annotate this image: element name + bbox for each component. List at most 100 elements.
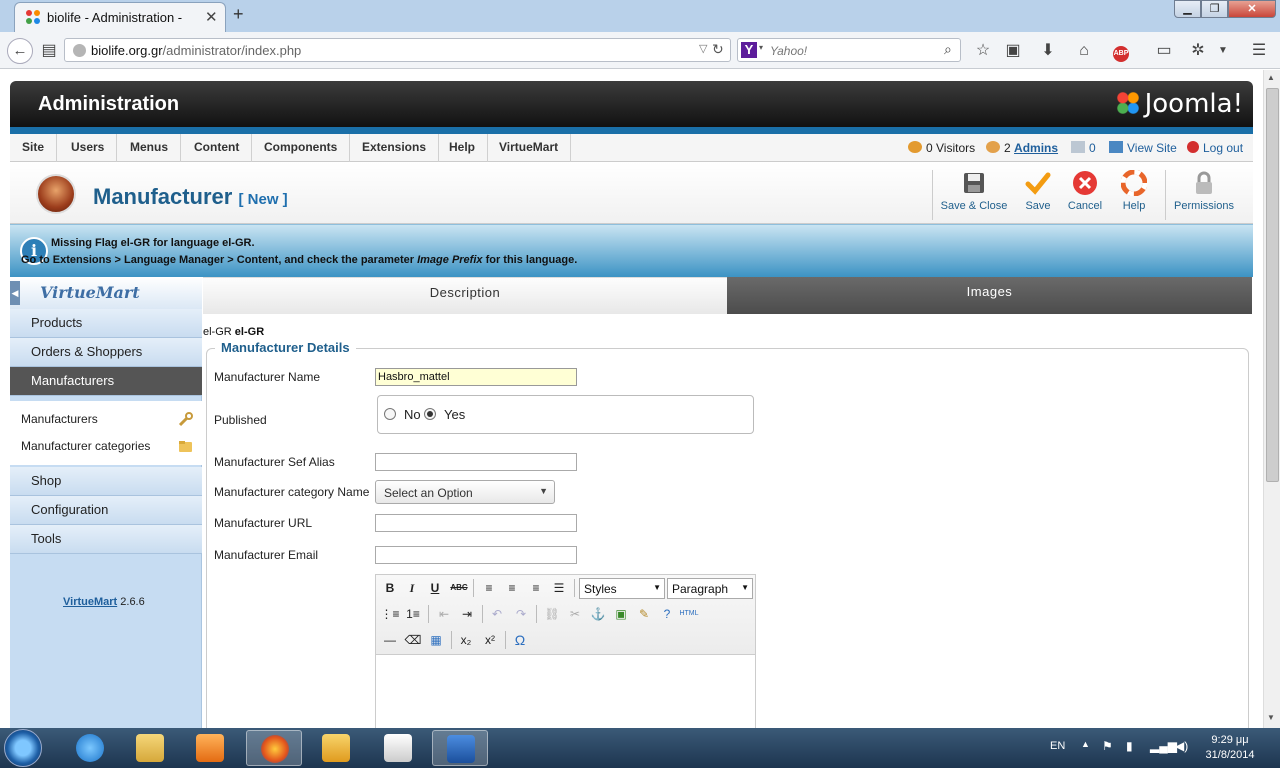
html-source-icon[interactable]: HTML <box>679 604 699 624</box>
align-center-icon[interactable]: ≡ <box>502 578 522 598</box>
sidebar-item-products[interactable]: Products <box>10 309 202 338</box>
language-indicator-tray[interactable]: EN <box>1050 740 1065 752</box>
bullet-list-icon[interactable]: ⋮≡ <box>380 604 400 624</box>
sidebar-sub-manufacturer-categories[interactable]: Manufacturer categories <box>10 433 202 460</box>
manufacturer-email-input[interactable] <box>375 546 577 564</box>
search-engine-dropdown-icon[interactable]: ▾ <box>759 43 763 52</box>
cancel-button[interactable]: Cancel <box>1065 170 1105 222</box>
editor-content-area[interactable] <box>376 655 755 733</box>
help-icon[interactable]: ? <box>657 604 677 624</box>
sidebar-collapse-button[interactable]: ◀ <box>10 281 20 305</box>
published-yes-radio[interactable] <box>424 408 436 420</box>
save-close-button[interactable]: Save & Close <box>940 170 1008 222</box>
url-dropdown-icon[interactable]: ▽ <box>699 42 707 55</box>
window-maximize-button[interactable]: ❐ <box>1201 0 1228 18</box>
sidebar-item-orders-shoppers[interactable]: Orders & Shoppers <box>10 338 202 367</box>
sef-alias-input[interactable] <box>375 453 577 471</box>
scroll-down-icon[interactable]: ▼ <box>1267 713 1275 722</box>
scroll-up-icon[interactable]: ▲ <box>1267 73 1275 82</box>
library-icon[interactable]: ▤ <box>38 40 60 62</box>
window-minimize-button[interactable]: ▁ <box>1174 0 1201 18</box>
menu-components[interactable]: Components <box>252 134 351 162</box>
search-bar[interactable]: Y ▾ Yahoo! ⌕ <box>737 38 961 62</box>
manufacturer-url-input[interactable] <box>375 514 577 532</box>
sidebar-item-shop[interactable]: Shop <box>10 467 202 496</box>
permissions-button[interactable]: Permissions <box>1170 170 1238 222</box>
reload-icon[interactable]: ↻ <box>712 41 724 58</box>
taskbar-calendar[interactable] <box>370 730 426 766</box>
new-tab-icon[interactable]: + <box>233 4 244 25</box>
superscript-icon[interactable]: x² <box>480 630 500 650</box>
redo-icon[interactable]: ↷ <box>511 604 531 624</box>
tray-expand-icon[interactable]: ▲ <box>1081 739 1090 749</box>
admins-link[interactable]: Admins <box>1014 141 1058 155</box>
category-select[interactable]: Select an Option ▼ <box>375 480 555 504</box>
published-no-label[interactable]: No <box>404 407 421 422</box>
browser-menu-icon[interactable]: ☰ <box>1248 40 1270 62</box>
browser-tab[interactable]: biolife - Administration - ✕ <box>14 2 226 32</box>
horizontal-rule-icon[interactable]: — <box>380 630 400 650</box>
save-button[interactable]: Save <box>1018 170 1058 222</box>
paragraph-select[interactable]: Paragraph ▼ <box>667 578 753 599</box>
taskbar-ie[interactable] <box>62 730 118 766</box>
tab-images[interactable]: Images <box>727 277 1252 314</box>
window-close-button[interactable]: ✕ <box>1228 0 1276 18</box>
anchor-icon[interactable]: ⚓ <box>588 604 608 624</box>
menu-menus[interactable]: Menus <box>118 134 182 162</box>
image-icon[interactable]: ▣ <box>611 604 631 624</box>
url-bar[interactable]: biolife.org.gr/administrator/index.php ▽… <box>64 38 731 62</box>
bookmarks-menu-icon[interactable]: ▣ <box>1002 40 1024 62</box>
home-icon[interactable]: ⌂ <box>1073 40 1095 62</box>
strikethrough-icon[interactable]: ABC <box>449 578 469 598</box>
align-left-icon[interactable]: ≡ <box>479 578 499 598</box>
special-character-icon[interactable]: Ω <box>510 630 530 650</box>
back-button[interactable]: ← <box>7 38 33 64</box>
underline-icon[interactable]: U <box>425 578 445 598</box>
adblock-icon[interactable]: ABP <box>1110 40 1132 62</box>
tab-description[interactable]: Description <box>203 277 727 314</box>
subscript-icon[interactable]: x₂ <box>456 630 476 650</box>
logout-link[interactable]: Log out <box>1187 141 1243 155</box>
published-yes-label[interactable]: Yes <box>444 407 465 422</box>
taskbar-explorer[interactable] <box>122 730 178 766</box>
network-icon[interactable]: ▂▄▆ <box>1150 739 1177 753</box>
bookmark-star-icon[interactable]: ☆ <box>972 40 994 62</box>
addon-icon[interactable]: ✲ <box>1187 40 1209 62</box>
published-no-radio[interactable] <box>384 408 396 420</box>
taskbar-firefox[interactable] <box>246 730 302 766</box>
outdent-icon[interactable]: ⇤ <box>434 604 454 624</box>
volume-icon[interactable]: ◀) <box>1175 739 1188 753</box>
messages-icon[interactable] <box>1071 141 1085 153</box>
downloads-icon[interactable]: ⬇ <box>1037 40 1059 62</box>
toolbar-dropdown-icon[interactable]: ▼ <box>1212 40 1234 62</box>
cleanup-icon[interactable]: ✎ <box>634 604 654 624</box>
menu-site[interactable]: Site <box>10 134 58 162</box>
align-right-icon[interactable]: ≡ <box>526 578 546 598</box>
page-scrollbar[interactable]: ▲ ▼ <box>1263 70 1280 728</box>
sidebar-sub-manufacturers[interactable]: Manufacturers <box>10 406 202 433</box>
flag-icon[interactable]: ⚑ <box>1102 739 1113 753</box>
power-icon[interactable]: ▮ <box>1126 739 1133 753</box>
menu-content[interactable]: Content <box>182 134 253 162</box>
scrollbar-thumb[interactable] <box>1266 88 1279 482</box>
menu-help[interactable]: Help <box>437 134 489 162</box>
menu-users[interactable]: Users <box>59 134 118 162</box>
indent-icon[interactable]: ⇥ <box>457 604 477 624</box>
menu-virtuemart[interactable]: VirtueMart <box>487 134 572 162</box>
sidebar-item-configuration[interactable]: Configuration <box>10 496 202 525</box>
start-button[interactable] <box>4 729 42 767</box>
italic-icon[interactable]: I <box>402 578 422 598</box>
bold-icon[interactable]: B <box>380 578 400 598</box>
align-justify-icon[interactable]: ☰ <box>549 578 569 598</box>
search-icon[interactable]: ⌕ <box>944 41 952 58</box>
taskbar-clock[interactable]: 9:29 μμ 31/8/2014 <box>1198 733 1262 763</box>
unlink-icon[interactable]: ✂ <box>565 604 585 624</box>
view-site-link[interactable]: View Site <box>1109 141 1177 155</box>
link-icon[interactable]: ⛓ <box>542 604 562 624</box>
virtuemart-link[interactable]: VirtueMart <box>63 596 117 608</box>
taskbar-media-player[interactable] <box>182 730 238 766</box>
taskbar-word[interactable] <box>432 730 488 766</box>
menu-extensions[interactable]: Extensions <box>350 134 440 162</box>
site-identity-icon[interactable] <box>73 44 86 57</box>
numbered-list-icon[interactable]: 1≡ <box>403 604 423 624</box>
